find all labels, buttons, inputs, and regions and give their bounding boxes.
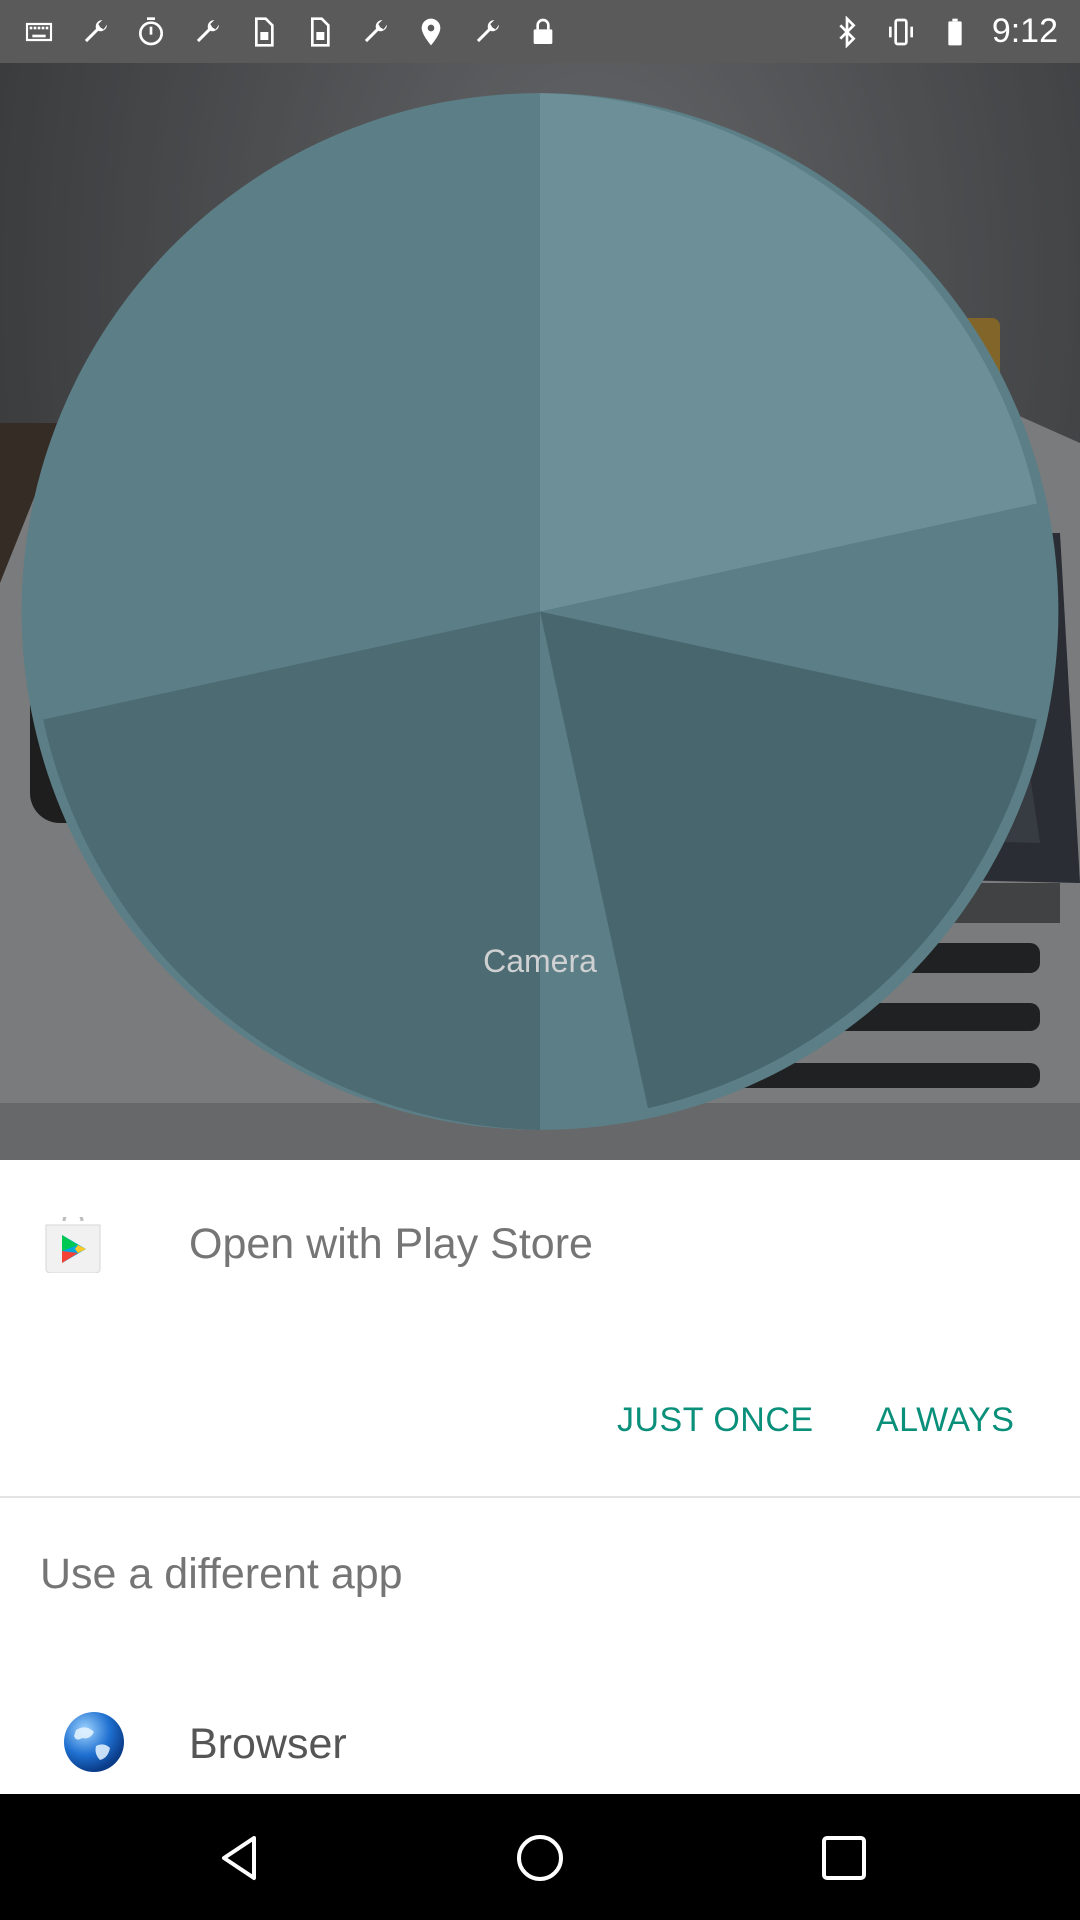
always-button[interactable]: ALWAYS [876, 1385, 1014, 1455]
fake-gps-icon [414, 15, 448, 49]
sim-icon [302, 15, 336, 49]
app-chooser-sheet: Open with Play Store JUST ONCE ALWAYS Us… [0, 1160, 1080, 1794]
wrench-icon [78, 15, 112, 49]
wrench-icon [190, 15, 224, 49]
background-photo: Camera [0, 63, 1080, 1160]
open-with-row: Open with Play Store [0, 1160, 1080, 1330]
clock: 9:12 [991, 12, 1058, 50]
wrench-icon [470, 15, 504, 49]
notification-icons [0, 15, 560, 49]
timer-icon [134, 15, 168, 49]
navigation-bar [0, 1794, 1080, 1920]
bluetooth-icon [830, 15, 864, 49]
system-icons: 9:12 [830, 12, 1080, 51]
keyboard-icon [22, 15, 56, 49]
app-list-item-browser[interactable]: Browser [0, 1680, 1080, 1780]
vibrate-icon [884, 15, 918, 49]
status-bar: 9:12 [0, 0, 1080, 63]
wrench-icon [358, 15, 392, 49]
lock-icon [526, 15, 560, 49]
battery-icon [938, 15, 972, 49]
camera-app-label: Camera [483, 943, 597, 979]
play-store-icon [45, 1217, 101, 1273]
camera-app-icon [21, 93, 1059, 1130]
open-with-title: Open with Play Store [189, 1220, 593, 1268]
use-different-app-title: Use a different app [40, 1550, 403, 1598]
just-once-button[interactable]: JUST ONCE [617, 1385, 814, 1455]
divider [0, 1496, 1080, 1498]
home-icon[interactable] [514, 1832, 566, 1884]
back-icon[interactable] [214, 1832, 266, 1884]
app-label: Browser [189, 1720, 347, 1768]
sim-icon [246, 15, 280, 49]
globe-icon [64, 1712, 124, 1772]
recent-apps-icon[interactable] [818, 1832, 870, 1884]
